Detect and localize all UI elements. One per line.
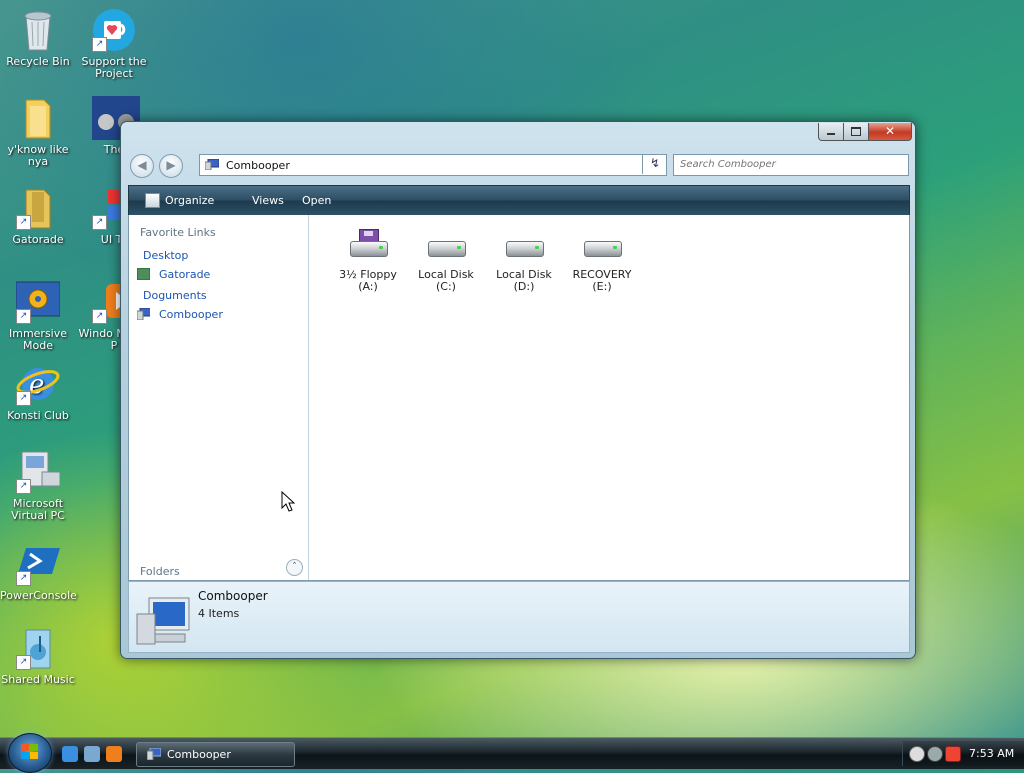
address-bar[interactable]: Combooper bbox=[199, 154, 667, 176]
desktop-icon-support[interactable]: ↗ Support the Project bbox=[76, 8, 152, 80]
hard-disk-icon bbox=[502, 229, 546, 263]
search-box[interactable] bbox=[673, 154, 909, 176]
nav-link-combooper[interactable]: Combooper bbox=[159, 308, 223, 321]
shortcut-arrow-icon: ↗ bbox=[92, 309, 107, 324]
nav-link-doguments[interactable]: Doguments bbox=[143, 289, 207, 302]
folder-shortcut-icon: ↗ bbox=[16, 186, 60, 230]
volume-icon[interactable] bbox=[927, 746, 943, 762]
forward-arrow-icon: ▶ bbox=[166, 158, 176, 172]
navigation-pane: Favorite Links Desktop Gatorade Dogument… bbox=[129, 215, 309, 580]
views-button[interactable]: Views bbox=[252, 194, 284, 207]
settings-gear-icon: ↗ bbox=[15, 280, 61, 324]
quick-launch-media-icon[interactable] bbox=[106, 746, 122, 762]
maximize-button[interactable] bbox=[843, 123, 869, 141]
shortcut-arrow-icon: ↗ bbox=[16, 479, 31, 494]
organize-button[interactable]: Organize bbox=[165, 194, 214, 207]
shortcut-arrow-icon: ↗ bbox=[16, 391, 31, 406]
minimize-button[interactable] bbox=[818, 123, 844, 141]
explorer-window[interactable]: ✕ ◀ ▶ Combooper ↯ Organize Views Open Fa… bbox=[120, 121, 916, 659]
windows-logo-icon bbox=[21, 744, 39, 760]
folders-label[interactable]: Folders bbox=[140, 565, 180, 578]
floppy-drive-icon bbox=[346, 229, 390, 263]
internet-explorer-icon: e ↗ bbox=[16, 362, 60, 406]
security-shield-icon[interactable] bbox=[945, 746, 961, 762]
drive-item-recovery[interactable]: RECOVERY (E:) bbox=[567, 229, 637, 293]
close-button[interactable]: ✕ bbox=[868, 123, 912, 141]
back-arrow-icon: ◀ bbox=[137, 158, 147, 172]
gatorade-folder-icon bbox=[137, 268, 150, 280]
desktop-icon-shared-music[interactable]: ↗ Shared Music bbox=[0, 626, 76, 686]
shortcut-arrow-icon: ↗ bbox=[16, 571, 31, 586]
network-icon[interactable] bbox=[909, 746, 925, 762]
taskbar-item-combooper[interactable]: Combooper bbox=[136, 742, 295, 767]
shortcut-arrow-icon: ↗ bbox=[16, 655, 31, 670]
search-input[interactable] bbox=[678, 158, 902, 171]
computer-icon bbox=[147, 748, 161, 760]
quick-launch-ie-icon[interactable] bbox=[62, 746, 78, 762]
organize-icon bbox=[145, 193, 160, 208]
back-button[interactable]: ◀ bbox=[130, 154, 154, 178]
mouse-cursor-icon bbox=[281, 491, 295, 512]
shortcut-arrow-icon: ↗ bbox=[92, 37, 107, 52]
favorite-links-heading: Favorite Links bbox=[140, 226, 216, 239]
shortcut-arrow-icon: ↗ bbox=[16, 215, 31, 230]
forward-button[interactable]: ▶ bbox=[159, 154, 183, 178]
address-text: Combooper bbox=[226, 159, 290, 172]
desktop-icon-gatorade[interactable]: ↗ Gatorade bbox=[0, 186, 76, 246]
virtual-pc-icon: ↗ bbox=[16, 450, 61, 494]
refresh-icon: ↯ bbox=[649, 156, 661, 170]
shortcut-arrow-icon: ↗ bbox=[92, 215, 107, 230]
start-button[interactable] bbox=[8, 733, 52, 773]
hard-disk-icon bbox=[424, 229, 468, 263]
drive-item-c[interactable]: Local Disk (C:) bbox=[411, 229, 481, 293]
content-area: Favorite Links Desktop Gatorade Dogument… bbox=[128, 215, 910, 581]
computer-large-icon bbox=[136, 597, 190, 645]
drive-item-floppy[interactable]: 3½ Floppy (A:) bbox=[333, 229, 403, 293]
notification-area: 7:53 AM bbox=[902, 741, 1024, 766]
folder-icon bbox=[16, 96, 60, 140]
folders-expand-button[interactable]: ˄ bbox=[286, 559, 303, 576]
computer-icon bbox=[137, 308, 150, 320]
powershell-icon: ↗ bbox=[16, 542, 60, 586]
desktop-icon-immersive-mode[interactable]: ↗ Immersive Mode bbox=[0, 280, 76, 352]
nav-link-desktop[interactable]: Desktop bbox=[143, 249, 188, 262]
clock[interactable]: 7:53 AM bbox=[969, 747, 1014, 760]
desktop-icon-recycle-bin[interactable]: Recycle Bin bbox=[0, 8, 76, 68]
desktop-icon-konsti-club[interactable]: e ↗ Konsti Club bbox=[0, 362, 76, 422]
computer-icon bbox=[205, 159, 219, 170]
refresh-button[interactable]: ↯ bbox=[642, 154, 667, 174]
details-pane: Combooper 4 Items bbox=[128, 581, 910, 653]
drive-item-d[interactable]: Local Disk (D:) bbox=[489, 229, 559, 293]
command-bar: Organize Views Open bbox=[128, 185, 910, 216]
shortcut-arrow-icon: ↗ bbox=[16, 309, 31, 324]
taskbar: Combooper 7:53 AM bbox=[0, 733, 1024, 773]
desktop-icon-powerconsole[interactable]: ↗ PowerConsole bbox=[0, 542, 77, 602]
quick-launch-desktop-icon[interactable] bbox=[84, 746, 100, 762]
music-folder-icon: ↗ bbox=[16, 626, 60, 670]
desktop-icon-virtual-pc[interactable]: ↗ Microsoft Virtual PC bbox=[0, 450, 76, 522]
recycle-bin-icon bbox=[16, 8, 60, 52]
hard-disk-icon bbox=[580, 229, 624, 263]
heart-mug-icon: ↗ bbox=[92, 8, 136, 52]
open-button[interactable]: Open bbox=[302, 194, 331, 207]
details-item-count: 4 Items bbox=[198, 607, 240, 620]
nav-link-gatorade[interactable]: Gatorade bbox=[159, 268, 210, 281]
details-title: Combooper bbox=[198, 589, 268, 603]
chevron-up-icon: ˄ bbox=[292, 562, 297, 572]
desktop-icon-yknow[interactable]: y'know like nya bbox=[0, 96, 76, 168]
